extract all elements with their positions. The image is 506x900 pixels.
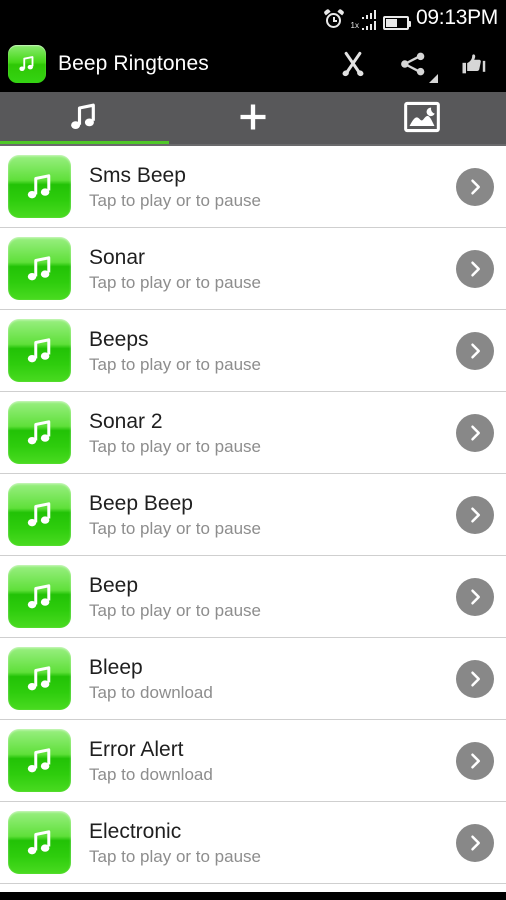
cut-icon[interactable] xyxy=(336,47,370,81)
table-row[interactable]: Beep Beep Tap to play or to pause xyxy=(0,474,506,556)
ringtone-list[interactable]: Sms Beep Tap to play or to pause Sonar T… xyxy=(0,146,506,892)
chevron-right-icon[interactable] xyxy=(456,823,494,862)
music-note-icon xyxy=(66,99,102,140)
thumbs-up-icon[interactable] xyxy=(456,47,490,81)
table-row[interactable]: Sonar Tap to play or to pause xyxy=(0,228,506,310)
action-bar: Beep Ringtones xyxy=(0,36,506,92)
status-bar: 1x 09:13PM xyxy=(0,0,506,36)
table-row[interactable]: Beeps Tap to play or to pause xyxy=(0,310,506,392)
row-title: Bleep xyxy=(89,655,143,679)
table-row[interactable]: Beep Tap to play or to pause xyxy=(0,556,506,638)
row-text: Electronic Tap to play or to pause xyxy=(89,819,261,867)
status-icon-group: 1x 09:13PM xyxy=(322,6,498,30)
row-text: Sms Beep Tap to play or to pause xyxy=(89,163,261,211)
chevron-right-icon[interactable] xyxy=(456,167,494,206)
row-subtitle: Tap to download xyxy=(89,764,213,784)
row-subtitle: Tap to play or to pause xyxy=(89,272,262,292)
row-text: Sonar 2 Tap to play or to pause xyxy=(89,409,261,457)
row-title: Sms Beep xyxy=(89,163,186,187)
row-text: Sonar Tap to play or to pause xyxy=(89,245,261,293)
table-row[interactable]: Sonar 2 Tap to play or to pause xyxy=(0,392,506,474)
alarm-clock-icon xyxy=(322,8,345,30)
row-text: Beep Tap to play or to pause xyxy=(89,573,261,621)
plus-icon xyxy=(233,97,273,142)
action-bar-buttons xyxy=(336,47,496,83)
row-text: Beeps Tap to play or to pause xyxy=(89,327,261,375)
row-subtitle: Tap to play or to pause xyxy=(89,846,262,866)
row-title: Beep xyxy=(89,573,139,597)
music-note-icon xyxy=(8,483,71,546)
chevron-right-icon[interactable] xyxy=(456,495,494,534)
music-note-icon xyxy=(8,565,71,628)
share-icon[interactable] xyxy=(396,47,438,83)
tab-wallpapers[interactable] xyxy=(337,92,506,146)
table-row[interactable]: Error Alert Tap to download xyxy=(0,720,506,802)
music-note-icon xyxy=(8,647,71,710)
row-title: Electronic xyxy=(89,819,182,843)
chevron-right-icon[interactable] xyxy=(456,331,494,370)
chevron-right-icon[interactable] xyxy=(456,577,494,616)
signal-bars-icon: 1x xyxy=(351,10,377,30)
music-note-icon xyxy=(8,319,71,382)
row-title: Beep Beep xyxy=(89,491,193,515)
row-title: Beeps xyxy=(89,327,149,351)
row-subtitle: Tap to download xyxy=(89,682,213,702)
chevron-right-icon[interactable] xyxy=(456,659,494,698)
tab-add[interactable] xyxy=(169,92,338,146)
table-row[interactable]: Sms Beep Tap to play or to pause xyxy=(0,146,506,228)
row-title: Sonar 2 xyxy=(89,409,163,433)
row-text: Error Alert Tap to download xyxy=(89,737,213,785)
row-text: Bleep Tap to download xyxy=(89,655,213,703)
tab-ringtones[interactable] xyxy=(0,92,169,146)
music-note-icon xyxy=(8,237,71,300)
music-note-app-icon xyxy=(8,45,46,83)
battery-icon xyxy=(383,16,412,30)
music-note-icon xyxy=(8,729,71,792)
row-subtitle: Tap to play or to pause xyxy=(89,190,262,210)
status-clock: 09:13PM xyxy=(416,6,498,29)
page-title: Beep Ringtones xyxy=(58,52,209,75)
network-type-label: 1x xyxy=(350,21,359,30)
row-text: Beep Beep Tap to play or to pause xyxy=(89,491,261,539)
row-title: Error Alert xyxy=(89,737,184,761)
image-icon xyxy=(403,101,440,138)
chevron-right-icon[interactable] xyxy=(456,741,494,780)
music-note-icon xyxy=(8,155,71,218)
row-subtitle: Tap to play or to pause xyxy=(89,436,262,456)
table-row[interactable] xyxy=(0,884,506,892)
share-dropdown-caret-icon[interactable] xyxy=(429,74,438,83)
music-note-icon xyxy=(8,401,71,464)
table-row[interactable]: Electronic Tap to play or to pause xyxy=(0,802,506,884)
chevron-right-icon[interactable] xyxy=(456,249,494,288)
music-note-icon xyxy=(8,811,71,874)
row-subtitle: Tap to play or to pause xyxy=(89,518,262,538)
row-subtitle: Tap to play or to pause xyxy=(89,600,262,620)
chevron-right-icon[interactable] xyxy=(456,413,494,452)
tab-bar xyxy=(0,92,506,146)
row-subtitle: Tap to play or to pause xyxy=(89,354,262,374)
row-title: Sonar xyxy=(89,245,146,269)
table-row[interactable]: Bleep Tap to download xyxy=(0,638,506,720)
